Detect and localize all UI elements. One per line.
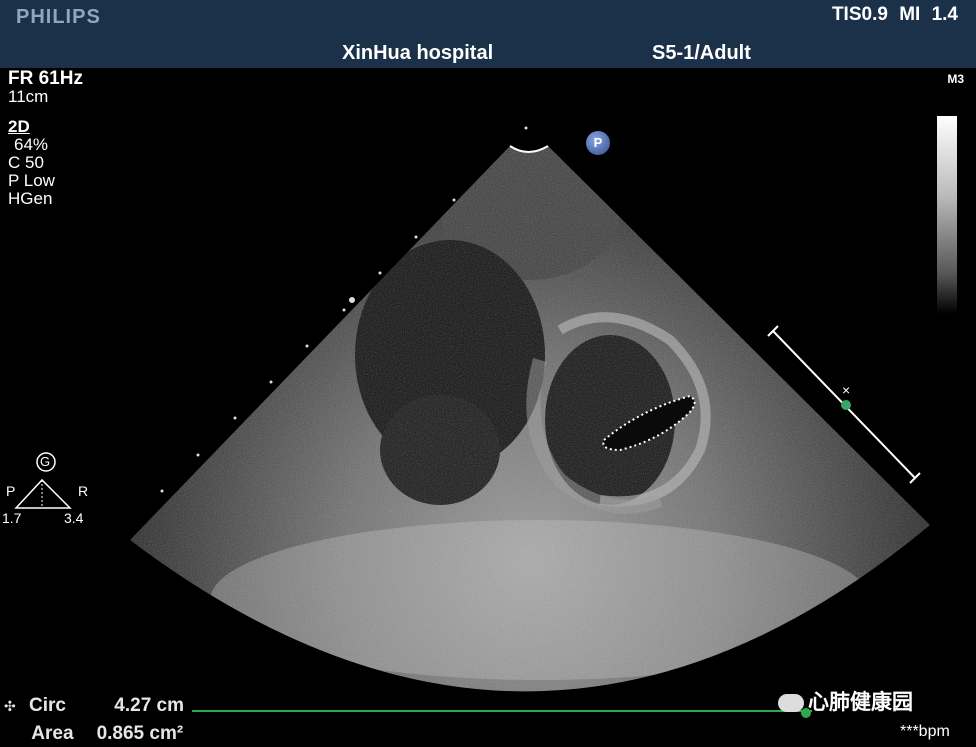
wechat-watermark: 心肺健康园 [778,686,913,716]
depth: 11cm [8,87,49,106]
orientation-marker: G P R 1.7 3.4 [2,450,102,530]
right-value: 3.4 [64,510,84,526]
imaging-parameters: FR 61Hz 11cm 2D 64% C 50 P Low HGen [8,68,83,208]
persistence: P Low [8,171,55,190]
wechat-icon [778,694,804,713]
measurement-value: 0.865 cm² [96,723,184,744]
measurement-value: 4.27 cm [114,695,185,716]
frame-rate: FR 61Hz [8,68,83,89]
mode-2d: 2D [8,117,30,136]
measurement-results: ✣ Circ 4.27 cm Area 0.865 cm² [4,692,184,747]
grayscale-map-label: M3 [947,72,964,86]
compression: C 50 [8,153,44,172]
orientation-p-icon: P [586,131,610,155]
heart-rate: ***bpm [900,723,950,740]
measurement-label: Area [31,723,74,744]
focus-g-label: G [40,454,51,469]
left-label: P [6,483,16,499]
ultrasound-image: × [130,126,930,718]
grayscale-bar [937,116,957,314]
svg-text:×: × [842,382,850,398]
watermark-text: 心肺健康园 [808,691,913,714]
measurement-circ: ✣ Circ 4.27 cm [4,692,184,720]
crosshair-icon: ✣ [4,698,16,714]
resolution: HGen [8,189,53,208]
left-value: 1.7 [2,510,22,526]
right-label: R [78,483,89,499]
sector-scan [130,146,930,692]
measurement-area: Area 0.865 cm² [4,720,184,747]
measurement-label: Circ [29,695,66,716]
gain: 64% [14,135,49,154]
